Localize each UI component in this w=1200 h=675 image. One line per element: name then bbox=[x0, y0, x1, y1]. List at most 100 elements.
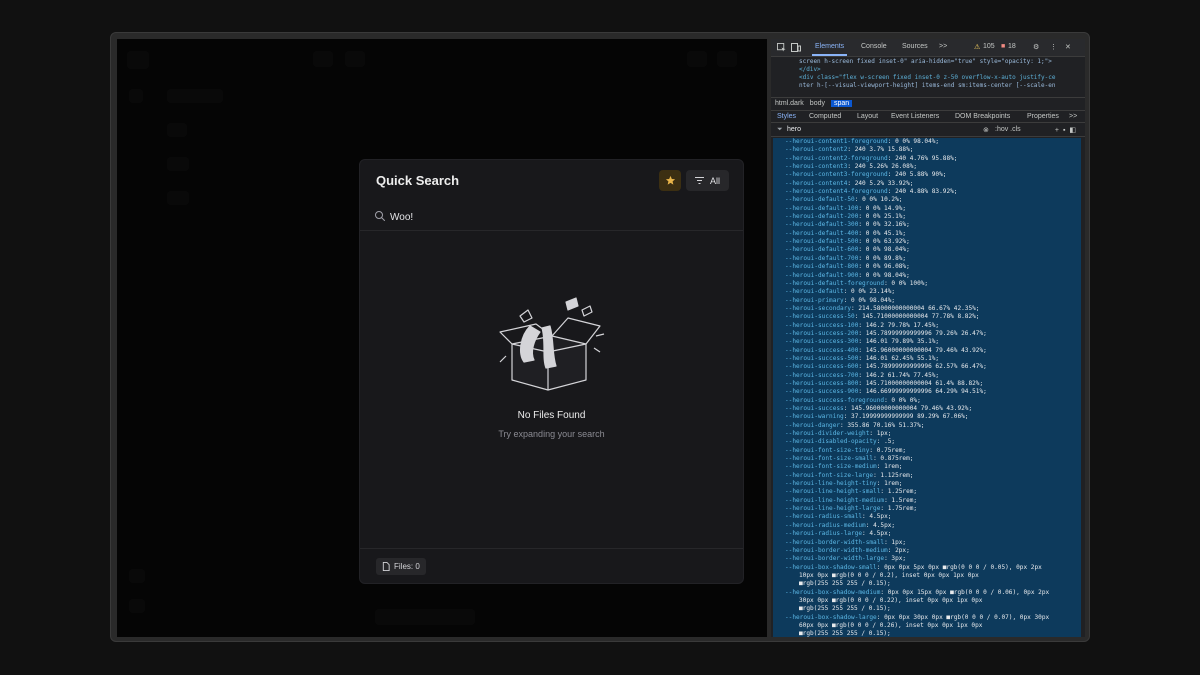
clear-filter-icon[interactable]: ⊗ bbox=[983, 126, 989, 134]
css-variable-line[interactable]: --heroui-divider-weight: 1px; bbox=[785, 430, 1081, 438]
css-variable-line[interactable]: --heroui-font-size-large: 1.125rem; bbox=[785, 472, 1081, 480]
dom-line[interactable]: screen h-screen fixed inset-0" aria-hidd… bbox=[799, 58, 1085, 66]
css-variable-line[interactable]: --heroui-default-50: 0 0% 10.2%; bbox=[785, 196, 1081, 204]
css-variable-line[interactable]: --heroui-primary: 0 0% 98.04%; bbox=[785, 297, 1081, 305]
close-devtools-icon[interactable]: ✕ bbox=[1065, 43, 1071, 51]
css-variable-line[interactable]: --heroui-success-300: 146.01 79.89% 35.1… bbox=[785, 338, 1081, 346]
css-variable-line[interactable]: --heroui-line-height-small: 1.25rem; bbox=[785, 488, 1081, 496]
css-variable-line[interactable]: --heroui-content4: 240 5.2% 33.92%; bbox=[785, 180, 1081, 188]
error-icon[interactable]: ■ bbox=[1001, 43, 1005, 50]
subtab-computed[interactable]: Computed bbox=[809, 113, 841, 120]
css-variable-line[interactable]: --heroui-success-900: 146.66999999999996… bbox=[785, 388, 1081, 396]
css-variable-line[interactable]: --heroui-success-600: 145.78999999999996… bbox=[785, 363, 1081, 371]
css-variable-line[interactable]: ■rgb(255 255 255 / 0.15); bbox=[785, 630, 1081, 637]
css-variable-line[interactable]: --heroui-success-foreground: 0 0% 0%; bbox=[785, 397, 1081, 405]
filter-all-button[interactable]: All bbox=[686, 170, 729, 191]
warnings-count[interactable]: 105 bbox=[983, 43, 995, 50]
css-variable-line[interactable]: --heroui-radius-medium: 4.5px; bbox=[785, 522, 1081, 530]
errors-count[interactable]: 18 bbox=[1008, 43, 1016, 50]
css-variable-line[interactable]: 10px 0px ■rgb(0 0 0 / 0.2), inset 0px 0p… bbox=[785, 572, 1081, 580]
css-variable-line[interactable]: --heroui-secondary: 214.58000000000004 6… bbox=[785, 305, 1081, 313]
css-variable-line[interactable]: --heroui-font-size-small: 0.875rem; bbox=[785, 455, 1081, 463]
css-colon: : bbox=[843, 296, 852, 304]
css-variable-line[interactable]: --heroui-disabled-opacity: .5; bbox=[785, 438, 1081, 446]
styles-filter-input[interactable]: hero bbox=[787, 126, 801, 133]
css-variable-line[interactable]: --heroui-box-shadow-medium: 0px 0px 15px… bbox=[785, 589, 1081, 597]
css-variable-line[interactable]: --heroui-default-600: 0 0% 98.04%; bbox=[785, 246, 1081, 254]
css-variable-line[interactable]: --heroui-success-200: 145.78999999999996… bbox=[785, 330, 1081, 338]
css-variable-line[interactable]: --heroui-content3-foreground: 240 5.88% … bbox=[785, 171, 1081, 179]
css-colon: : bbox=[843, 413, 852, 421]
tab-elements[interactable]: Elements bbox=[811, 43, 848, 56]
styles-toolbar-icons[interactable]: + ▪ ◧ bbox=[1055, 126, 1077, 134]
css-variable-line[interactable]: --heroui-box-shadow-small: 0px 0px 5px 0… bbox=[785, 564, 1081, 572]
css-variable-line[interactable]: --heroui-border-width-small: 1px; bbox=[785, 539, 1081, 547]
tab-console[interactable]: Console bbox=[861, 43, 887, 50]
css-variable-line[interactable]: --heroui-default-200: 0 0% 25.1%; bbox=[785, 213, 1081, 221]
css-variable-line[interactable]: --heroui-success-700: 146.2 61.74% 77.45… bbox=[785, 372, 1081, 380]
css-variable-line[interactable]: --heroui-default-900: 0 0% 98.04%; bbox=[785, 272, 1081, 280]
css-variable-line[interactable]: --heroui-border-width-large: 3px; bbox=[785, 555, 1081, 563]
settings-gear-icon[interactable]: ⚙ bbox=[1033, 43, 1039, 51]
css-variable-line[interactable]: --heroui-border-width-medium: 2px; bbox=[785, 547, 1081, 555]
breadcrumb-item[interactable]: html.dark bbox=[775, 100, 804, 107]
css-variable-line[interactable]: --heroui-default: 0 0% 23.14%; bbox=[785, 288, 1081, 296]
css-variable-line[interactable]: --heroui-success-400: 145.96000000000004… bbox=[785, 347, 1081, 355]
css-variable-line[interactable]: --heroui-content1-foreground: 0 0% 98.04… bbox=[785, 138, 1081, 146]
css-variable-line[interactable]: --heroui-danger: 355.86 70.16% 51.37%; bbox=[785, 422, 1081, 430]
subtab-event-listeners[interactable]: Event Listeners bbox=[891, 113, 939, 120]
css-variable-line[interactable]: --heroui-line-height-medium: 1.5rem; bbox=[785, 497, 1081, 505]
css-variable-line[interactable]: --heroui-default-700: 0 0% 89.8%; bbox=[785, 255, 1081, 263]
css-variable-line[interactable]: ■rgb(255 255 255 / 0.15); bbox=[785, 580, 1081, 588]
css-variable-name: --heroui-disabled-opacity bbox=[785, 438, 877, 446]
css-variable-line[interactable]: --heroui-default-800: 0 0% 96.08%; bbox=[785, 263, 1081, 271]
dom-line[interactable]: <div class="flex w-screen fixed inset-0 … bbox=[799, 74, 1085, 82]
more-subtabs-button[interactable]: >> bbox=[1069, 113, 1077, 120]
css-variable-line[interactable]: --heroui-warning: 37.19999999999999 89.2… bbox=[785, 413, 1081, 421]
kebab-menu-icon[interactable]: ⋮ bbox=[1050, 43, 1057, 51]
subtab-layout[interactable]: Layout bbox=[857, 113, 878, 120]
breadcrumb-item-current[interactable]: span bbox=[830, 100, 853, 107]
css-variable-line[interactable]: --heroui-content3: 240 5.26% 26.08%; bbox=[785, 163, 1081, 171]
css-variable-line[interactable]: --heroui-font-size-tiny: 0.75rem; bbox=[785, 447, 1081, 455]
subtab-styles[interactable]: Styles bbox=[777, 113, 796, 120]
css-variable-line[interactable]: --heroui-default-foreground: 0 0% 100%; bbox=[785, 280, 1081, 288]
dom-line[interactable]: nter h-[--visual-viewport-height] items-… bbox=[799, 82, 1085, 90]
device-toolbar-icon[interactable] bbox=[791, 43, 801, 52]
css-variable-line[interactable]: --heroui-success-800: 145.71000000000004… bbox=[785, 380, 1081, 388]
inspect-element-icon[interactable] bbox=[777, 43, 786, 52]
search-icon bbox=[375, 211, 385, 221]
css-variable-line[interactable]: ■rgb(255 255 255 / 0.15); bbox=[785, 605, 1081, 613]
hov-cls-toggles[interactable]: :hov .cls bbox=[995, 126, 1021, 133]
css-variable-line[interactable]: --heroui-font-size-medium: 1rem; bbox=[785, 463, 1081, 471]
css-variable-line[interactable]: --heroui-line-height-large: 1.75rem; bbox=[785, 505, 1081, 513]
css-variable-line[interactable]: --heroui-success-50: 145.71000000000004 … bbox=[785, 313, 1081, 321]
css-variable-line[interactable]: --heroui-line-height-tiny: 1rem; bbox=[785, 480, 1081, 488]
css-variable-line[interactable]: --heroui-default-300: 0 0% 32.16%; bbox=[785, 221, 1081, 229]
css-variable-line[interactable]: --heroui-success: 145.96000000000004 79.… bbox=[785, 405, 1081, 413]
css-variable-line[interactable]: --heroui-success-500: 146.01 62.45% 55.1… bbox=[785, 355, 1081, 363]
css-variable-name: --heroui-default bbox=[785, 288, 844, 296]
css-variable-line[interactable]: --heroui-default-400: 0 0% 45.1%; bbox=[785, 230, 1081, 238]
css-variable-line[interactable]: 30px 0px ■rgb(0 0 0 / 0.22), inset 0px 0… bbox=[785, 597, 1081, 605]
more-tabs-button[interactable]: >> bbox=[939, 43, 947, 50]
css-variable-line[interactable]: --heroui-content4-foreground: 240 4.88% … bbox=[785, 188, 1081, 196]
css-variable-name: --heroui-line-height-large bbox=[785, 505, 881, 513]
css-variable-line[interactable]: 60px 0px ■rgb(0 0 0 / 0.26), inset 0px 0… bbox=[785, 622, 1081, 630]
subtab-dom-breakpoints[interactable]: DOM Breakpoints bbox=[955, 113, 1010, 120]
search-input[interactable] bbox=[390, 209, 720, 225]
favorites-toggle-button[interactable] bbox=[659, 170, 681, 191]
warning-icon[interactable]: ⚠ bbox=[974, 43, 980, 51]
css-variable-line[interactable]: --heroui-content2: 240 3.7% 15.88%; bbox=[785, 146, 1081, 154]
css-variable-line[interactable]: --heroui-content2-foreground: 240 4.76% … bbox=[785, 155, 1081, 163]
css-variable-line[interactable]: --heroui-default-100: 0 0% 14.9%; bbox=[785, 205, 1081, 213]
dom-line[interactable]: </div> bbox=[799, 66, 1085, 74]
css-variable-line[interactable]: --heroui-box-shadow-large: 0px 0px 30px … bbox=[785, 614, 1081, 622]
css-variable-line[interactable]: --heroui-default-500: 0 0% 63.92%; bbox=[785, 238, 1081, 246]
tab-sources[interactable]: Sources bbox=[902, 43, 928, 50]
breadcrumb-item[interactable]: body bbox=[810, 100, 825, 107]
subtab-properties[interactable]: Properties bbox=[1027, 113, 1059, 120]
css-variable-line[interactable]: --heroui-radius-large: 4.5px; bbox=[785, 530, 1081, 538]
css-variable-line[interactable]: --heroui-success-100: 146.2 79.78% 17.45… bbox=[785, 322, 1081, 330]
css-variable-line[interactable]: --heroui-radius-small: 4.5px; bbox=[785, 513, 1081, 521]
